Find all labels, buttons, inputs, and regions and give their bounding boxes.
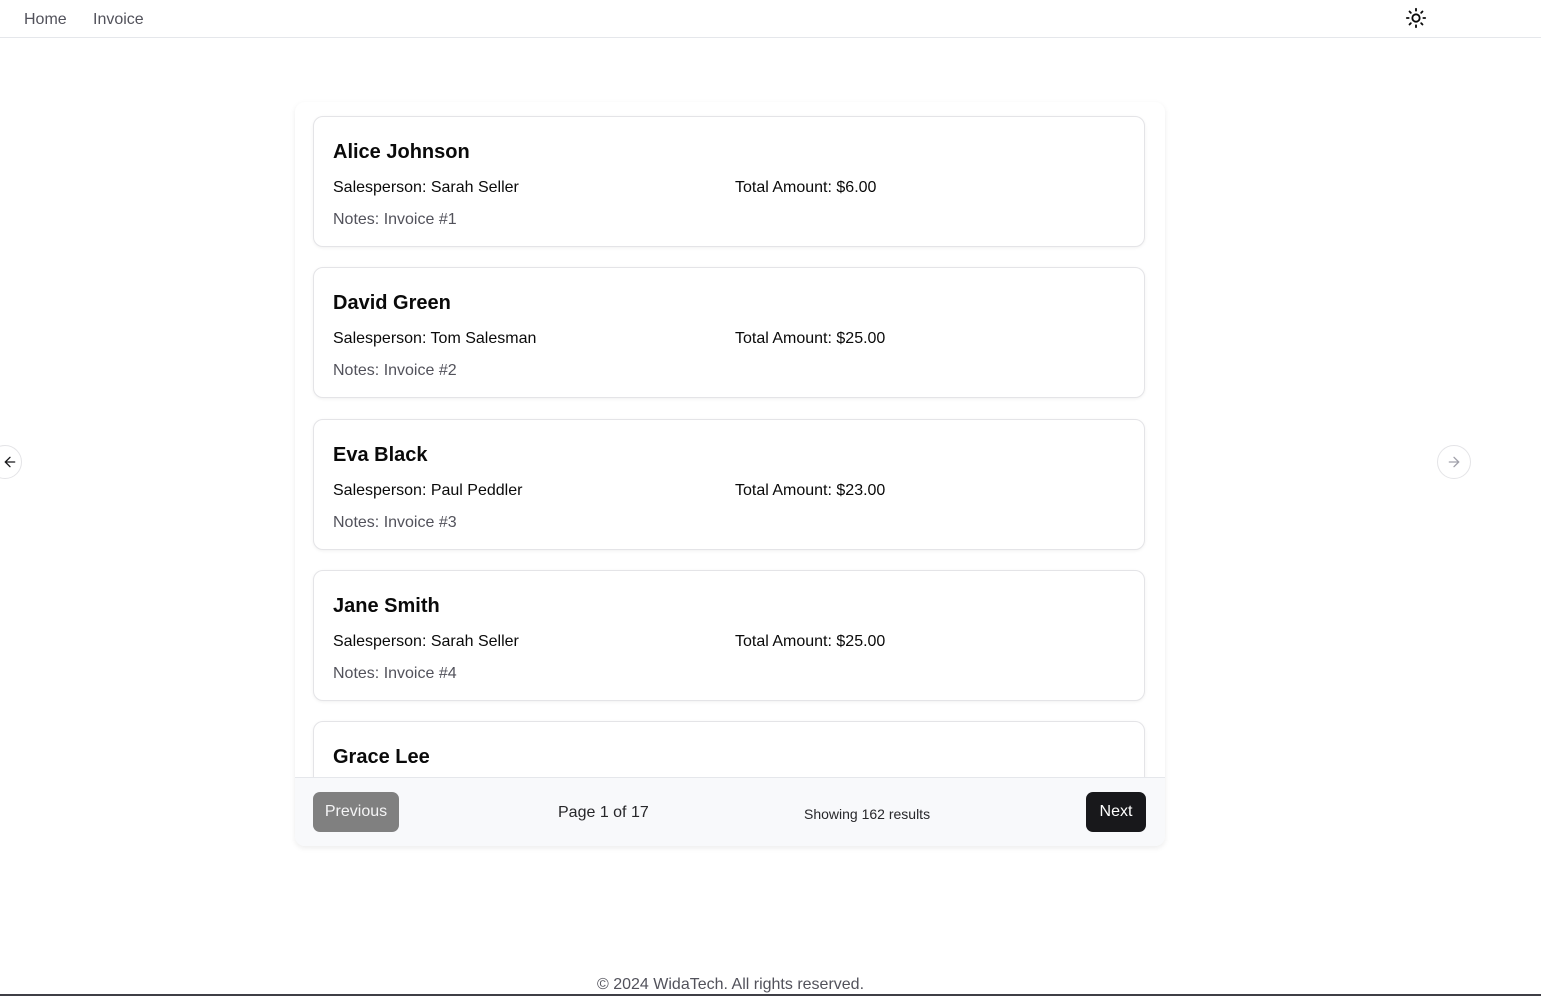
nav-home-link[interactable]: Home (24, 10, 67, 30)
carousel-prev-button[interactable] (0, 445, 22, 479)
total-amount-text: Total Amount: $23.00 (735, 482, 886, 499)
customer-name: Grace Lee (333, 746, 430, 768)
salesperson-text: Salesperson: Tom Salesman (333, 330, 537, 347)
invoice-card[interactable]: Eva Black Salesperson: Paul Peddler Tota… (313, 419, 1145, 550)
invoice-list[interactable]: Alice Johnson Salesperson: Sarah Seller … (295, 102, 1165, 777)
page-indicator: Page 1 of 17 (558, 804, 649, 821)
next-button[interactable]: Next (1086, 792, 1146, 832)
notes-text: Notes: Invoice #1 (333, 211, 457, 228)
theme-toggle-button[interactable] (1402, 4, 1430, 32)
invoice-card[interactable]: Jane Smith Salesperson: Sarah Seller Tot… (313, 570, 1145, 701)
top-navbar: Home Invoice (0, 0, 1541, 38)
invoice-list-panel: Alice Johnson Salesperson: Sarah Seller … (295, 102, 1165, 846)
pagination-bar: Previous Page 1 of 17 Showing 162 result… (295, 777, 1165, 846)
salesperson-text: Salesperson: Sarah Seller (333, 633, 519, 650)
invoice-card[interactable]: Grace Lee (313, 721, 1145, 777)
results-count: Showing 162 results (804, 806, 931, 822)
customer-name: Alice Johnson (333, 141, 470, 163)
customer-name: David Green (333, 292, 451, 314)
previous-button[interactable]: Previous (313, 792, 399, 832)
carousel-next-button[interactable] (1437, 445, 1471, 479)
salesperson-text: Salesperson: Paul Peddler (333, 482, 523, 499)
invoice-card[interactable]: Alice Johnson Salesperson: Sarah Seller … (313, 116, 1145, 247)
total-amount-text: Total Amount: $6.00 (735, 179, 877, 196)
customer-name: Jane Smith (333, 595, 440, 617)
total-amount-text: Total Amount: $25.00 (735, 633, 886, 650)
arrow-right-icon (1448, 456, 1460, 468)
salesperson-text: Salesperson: Sarah Seller (333, 179, 519, 196)
notes-text: Notes: Invoice #2 (333, 362, 457, 379)
notes-text: Notes: Invoice #4 (333, 665, 457, 682)
customer-name: Eva Black (333, 444, 428, 466)
sun-icon (1405, 7, 1427, 29)
invoice-card[interactable]: David Green Salesperson: Tom Salesman To… (313, 267, 1145, 398)
nav-invoice-link[interactable]: Invoice (93, 10, 144, 30)
total-amount-text: Total Amount: $25.00 (735, 330, 886, 347)
copyright-text: © 2024 WidaTech. All rights reserved. (596, 976, 865, 993)
notes-text: Notes: Invoice #3 (333, 514, 457, 531)
arrow-left-icon (4, 456, 16, 468)
